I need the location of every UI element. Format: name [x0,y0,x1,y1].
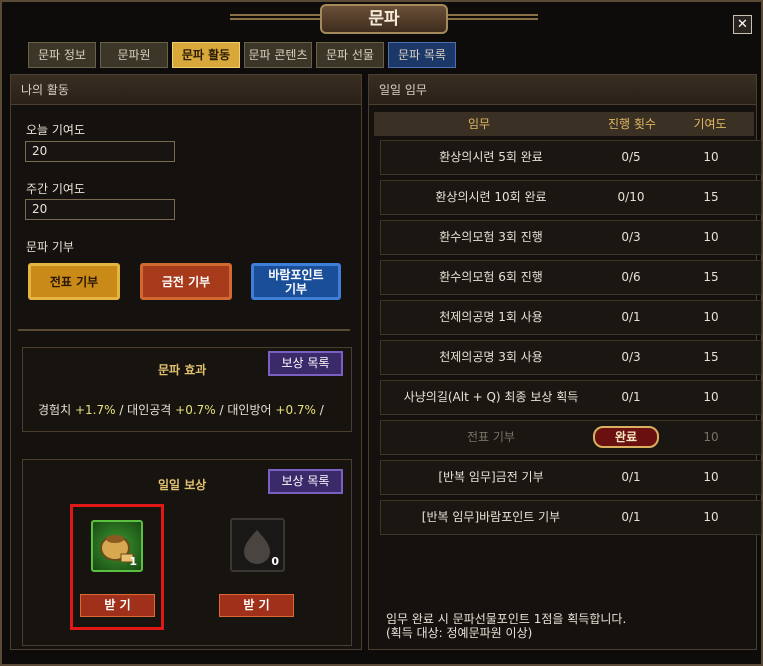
footer-line-1: 임무 완료 시 문파선물포인트 1점을 획득합니다. [386,612,627,626]
attack-label: 대인공격 [127,403,172,417]
exp-value: +1.7% [74,403,116,417]
col-progress: 진행 횟수 [608,117,656,131]
mission-row: 천제의공명 1회 사용 0/1 10 [380,300,762,335]
mission-points: 10 [703,470,719,484]
weekly-contribution-field: 20 [25,199,175,220]
mission-name: 전표 기부 [467,430,515,444]
reward-2-count: 0 [271,555,279,568]
mission-name: [반복 임무]바람포인트 기부 [421,510,561,524]
mission-name: 사냥의길(Alt + Q) 최종 보상 획득 [403,390,579,404]
mission-row: 환상의시련 5회 완료 0/5 10 [380,140,762,175]
mission-name: 천제의공명 1회 사용 [439,310,543,324]
complete-badge[interactable]: 완료 [593,426,659,448]
guild-effect-title: 문파 효과 [158,363,207,377]
divider [18,329,350,331]
mission-row: [반복 임무]금전 기부 0/1 10 [380,460,762,495]
mission-points: 10 [703,510,719,524]
mission-progress: 0/3 [621,230,641,244]
my-activity-header: 나의 활동 [11,75,361,105]
mission-progress: 0/3 [621,350,641,364]
mission-points: 15 [703,270,719,284]
daily-mission-header: 일일 임무 [369,75,756,105]
mission-name: 환수의모험 6회 진행 [439,270,543,284]
mission-row: 환상의시련 10회 완료 0/10 15 [380,180,762,215]
mission-row: 사냥의길(Alt + Q) 최종 보상 획득 0/1 10 [380,380,762,415]
daily-reward-title: 일일 보상 [158,478,207,492]
mission-row: [반복 임무]바람포인트 기부 0/1 10 [380,500,762,535]
mission-points: 10 [703,430,719,444]
tab-guild-info[interactable]: 문파 정보 [28,42,96,68]
mission-name: 환상의시련 5회 완료 [439,150,543,164]
attack-value: +0.7% [175,403,216,417]
mission-progress: 0/1 [621,310,641,324]
tab-activity[interactable]: 문파 활동 [172,42,240,68]
donate-wind-points-button[interactable]: 바람포인트 기부 [251,263,341,300]
highlight-box [70,504,164,630]
col-mission: 임무 [467,117,491,131]
mission-points: 10 [703,230,719,244]
title-ornament-left [230,14,320,20]
mission-name: 환수의모험 3회 진행 [439,230,543,244]
mission-progress: 0/6 [621,270,641,284]
mission-points: 10 [703,150,719,164]
today-contribution-label: 오늘 기여도 [26,123,86,137]
donate-wind-points-label: 바람포인트 기부 [268,267,324,296]
mission-points: 15 [703,190,719,204]
mission-row: 환수의모험 6회 진행 0/6 15 [380,260,762,295]
mission-row: 환수의모험 3회 진행 0/3 10 [380,220,762,255]
mission-progress: 0/1 [621,510,641,524]
footer-note: 임무 완료 시 문파선물포인트 1점을 획득합니다. (획득 대상: 정예문파원… [386,612,626,640]
daily-reward-list-button[interactable]: 보상 목록 [268,469,343,494]
reward-slot-2[interactable]: 0 [230,518,285,572]
guild-effect-line: 경험치 +1.7% / 대인공격 +0.7% / 대인방어 +0.7% / [38,403,324,417]
mission-progress: 0/5 [621,150,641,164]
defense-value: +0.7% [275,403,316,417]
claim-button-2[interactable]: 받 기 [219,594,294,617]
mission-row: 전표 기부 완료 10 [380,420,762,455]
tab-guild-list[interactable]: 문파 목록 [388,42,456,68]
mission-points: 15 [703,350,719,364]
close-button[interactable]: ✕ [733,15,752,34]
mission-progress: 0/1 [621,470,641,484]
window-title: 문파 [320,4,448,34]
exp-label: 경험치 [38,403,72,417]
tab-members[interactable]: 문파원 [100,42,168,68]
donation-label: 문파 기부 [26,240,74,254]
today-contribution-field: 20 [25,141,175,162]
mission-points: 10 [703,310,719,324]
mission-points: 10 [703,390,719,404]
col-points: 기여도 [693,117,727,131]
mission-name: 천제의공명 3회 사용 [439,350,543,364]
mission-row: 천제의공명 3회 사용 0/3 15 [380,340,762,375]
mission-progress: 0/10 [617,190,645,204]
guild-window: 문파 ✕ 문파 정보 문파원 문파 활동 문파 콘텐츠 문파 선물 문파 목록 … [0,0,763,666]
defense-label: 대인방어 [227,403,272,417]
title-ornament-right [448,14,538,20]
tab-content[interactable]: 문파 콘텐츠 [244,42,312,68]
footer-line-2: (획득 대상: 정예문파원 이상) [386,626,533,640]
effect-reward-list-button[interactable]: 보상 목록 [268,351,343,376]
donate-gold-button[interactable]: 금전 기부 [140,263,232,300]
tab-gifts[interactable]: 문파 선물 [316,42,384,68]
mission-progress: 0/1 [621,390,641,404]
mission-name: 환상의시련 10회 완료 [435,190,547,204]
mission-name: [반복 임무]금전 기부 [438,470,544,484]
weekly-contribution-label: 주간 기여도 [26,182,86,196]
donate-voucher-button[interactable]: 전표 기부 [28,263,120,300]
